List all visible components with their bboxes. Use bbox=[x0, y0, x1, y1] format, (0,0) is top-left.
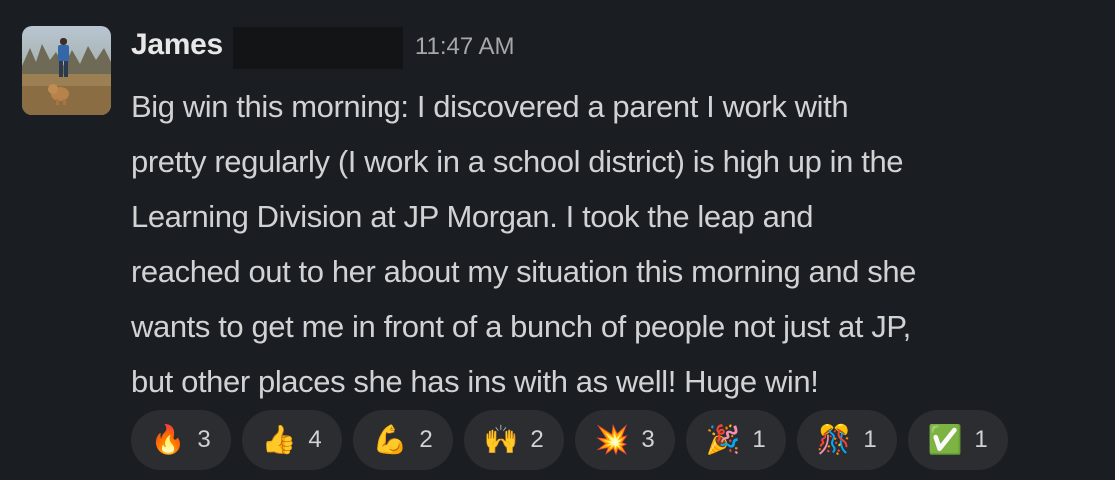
collision-icon: 💥 bbox=[594, 423, 630, 456]
message-line: but other places she has ins with as wel… bbox=[131, 364, 819, 399]
timestamp[interactable]: 11:47 AM bbox=[415, 33, 515, 61]
thumbs-up-icon: 👍 bbox=[261, 423, 297, 456]
message-line: wants to get me in front of a bunch of p… bbox=[131, 309, 911, 344]
reaction-thumbs-up[interactable]: 👍 4 bbox=[242, 410, 342, 470]
confetti-ball-icon: 🎊 bbox=[816, 423, 852, 456]
message-line: pretty regularly (I work in a school dis… bbox=[131, 144, 904, 179]
message: James 11:47 AM Big win this morning: I d… bbox=[0, 0, 1115, 480]
reaction-count: 1 bbox=[974, 426, 988, 453]
reaction-check-mark[interactable]: ✅ 1 bbox=[908, 410, 1008, 470]
message-line: reached out to her about my situation th… bbox=[131, 254, 917, 289]
reaction-collision[interactable]: 💥 3 bbox=[575, 410, 675, 470]
check-mark-button-icon: ✅ bbox=[927, 423, 963, 456]
reaction-flexed-biceps[interactable]: 💪 2 bbox=[353, 410, 453, 470]
reaction-count: 3 bbox=[641, 426, 655, 453]
raising-hands-icon: 🙌 bbox=[483, 423, 519, 456]
redacted-block bbox=[232, 27, 403, 69]
reaction-count: 1 bbox=[863, 426, 877, 453]
reaction-count: 1 bbox=[752, 426, 766, 453]
author-name[interactable]: James bbox=[131, 28, 223, 62]
reaction-party-popper[interactable]: 🎉 1 bbox=[686, 410, 786, 470]
reaction-raising-hands[interactable]: 🙌 2 bbox=[464, 410, 564, 470]
reaction-fire[interactable]: 🔥 3 bbox=[131, 410, 231, 470]
message-header: James 11:47 AM bbox=[131, 27, 515, 69]
fire-icon: 🔥 bbox=[150, 423, 186, 456]
flexed-biceps-icon: 💪 bbox=[372, 423, 408, 456]
reaction-confetti-ball[interactable]: 🎊 1 bbox=[797, 410, 897, 470]
reactions-bar: 🔥 3 👍 4 💪 2 🙌 2 💥 3 🎉 1 🎊 1 ✅ 1 bbox=[131, 410, 1008, 470]
message-line: Learning Division at JP Morgan. I took t… bbox=[131, 199, 814, 234]
party-popper-icon: 🎉 bbox=[705, 423, 741, 456]
reaction-count: 2 bbox=[530, 426, 544, 453]
reaction-count: 2 bbox=[419, 426, 433, 453]
reaction-count: 3 bbox=[197, 426, 211, 453]
message-body: Big win this morning: I discovered a par… bbox=[131, 79, 1106, 409]
reaction-count: 4 bbox=[308, 426, 322, 453]
avatar[interactable] bbox=[22, 26, 111, 115]
avatar-photo bbox=[22, 26, 111, 115]
message-line: Big win this morning: I discovered a par… bbox=[131, 89, 849, 124]
